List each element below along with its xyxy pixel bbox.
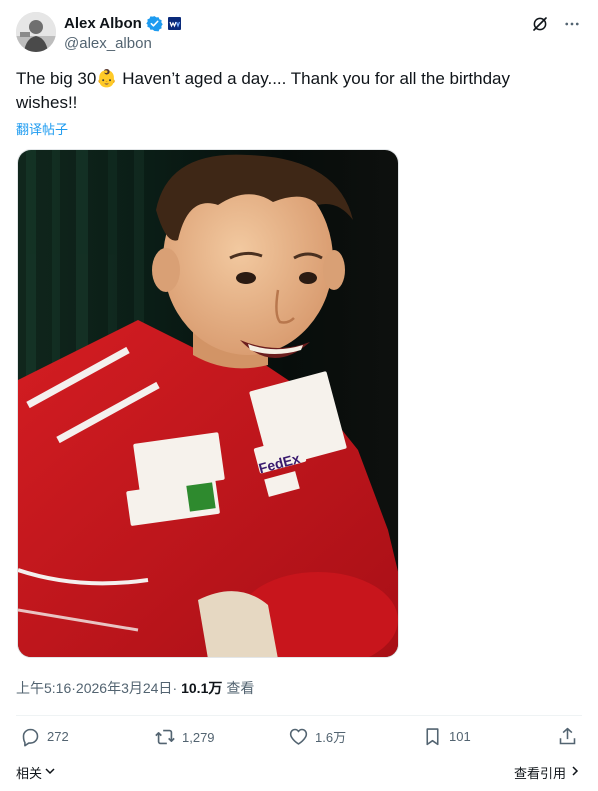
meta-separator: · <box>172 680 178 696</box>
tweet-date[interactable]: 2026年3月24日 <box>76 678 173 698</box>
author-block: Alex Albon @alex_albon <box>64 13 182 52</box>
related-label: 相关 <box>16 766 43 781</box>
more-options-icon[interactable] <box>562 14 582 34</box>
view-quotes-link[interactable]: 查看引用 <box>514 763 580 782</box>
bookmark-icon <box>422 726 443 747</box>
retweet-button[interactable]: 1,279 <box>154 726 215 748</box>
tweet-header: Alex Albon @alex_albon <box>16 12 582 54</box>
verified-badge-icon <box>146 15 163 32</box>
bookmark-button[interactable]: 101 <box>422 726 471 747</box>
retweet-count: 1,279 <box>182 729 215 745</box>
chevron-down-icon <box>44 765 56 780</box>
tweet-time[interactable]: 上午5:16 <box>16 678 71 698</box>
author-display-name[interactable]: Alex Albon <box>64 15 142 32</box>
tweet-meta: 上午5:16 · 2026年3月24日 · 10.1万 查看 <box>16 678 254 698</box>
views-count: 10.1万 <box>181 680 223 696</box>
views-label: 查看 <box>226 680 255 696</box>
action-bar: 272 1,279 1.6万 101 <box>16 726 582 754</box>
like-button[interactable]: 1.6万 <box>288 726 346 747</box>
tweet-text-part1: The big 30 <box>16 69 97 88</box>
share-button[interactable] <box>557 726 578 747</box>
tweet-detail: Alex Albon @alex_albon The big 30👶 Haven… <box>0 0 598 791</box>
reply-button[interactable]: 272 <box>20 726 69 747</box>
baby-emoji-icon: 👶 <box>96 69 118 88</box>
translate-post-link[interactable]: 翻译帖子 <box>16 119 68 138</box>
share-icon <box>557 726 578 747</box>
heart-icon <box>288 726 309 747</box>
reply-count: 272 <box>47 729 69 744</box>
like-count: 1.6万 <box>315 730 347 745</box>
retweet-icon <box>154 726 176 748</box>
header-actions <box>530 14 582 34</box>
view-quotes-label: 查看引用 <box>513 766 566 781</box>
bookmark-count: 101 <box>449 729 471 744</box>
related-dropdown[interactable]: 相关 <box>16 763 56 782</box>
reply-icon <box>20 726 41 747</box>
chevron-right-icon <box>570 765 580 780</box>
grok-icon[interactable] <box>530 14 550 34</box>
author-handle[interactable]: @alex_albon <box>64 35 182 52</box>
tweet-text: The big 30👶 Haven’t aged a day.... Thank… <box>16 67 576 115</box>
avatar[interactable] <box>16 12 56 52</box>
divider <box>16 715 582 716</box>
williams-affiliate-badge-icon[interactable] <box>166 15 182 31</box>
tweet-photo[interactable]: FedEx <box>17 149 399 658</box>
